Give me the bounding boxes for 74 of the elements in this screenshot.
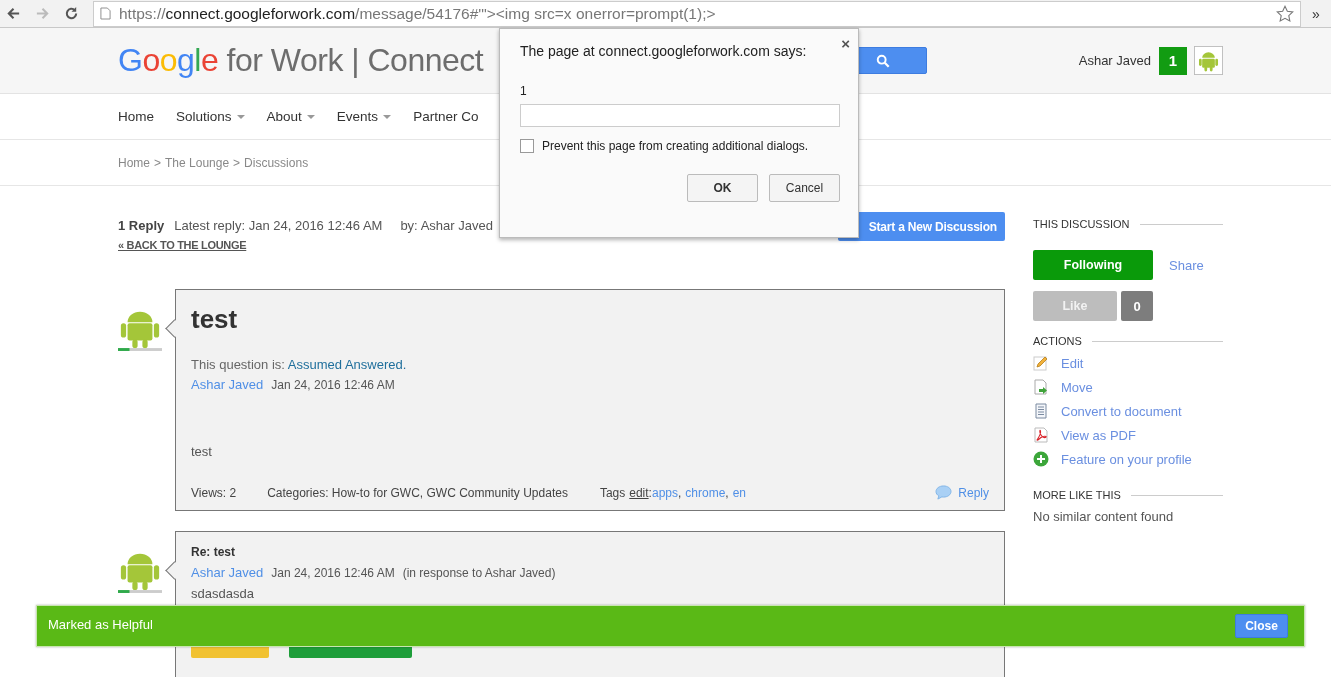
section-heading: THIS DISCUSSION — [1033, 218, 1130, 230]
avatar-icon[interactable] — [1194, 46, 1223, 75]
ok-button[interactable]: OK — [687, 174, 758, 202]
share-link[interactable]: Share — [1169, 257, 1204, 273]
action-link[interactable]: Move — [1061, 379, 1093, 395]
close-button[interactable]: × — [841, 35, 850, 52]
reply-count: 1 Reply — [118, 218, 165, 233]
pencil-icon — [1033, 355, 1049, 371]
document-arrow-icon — [1033, 379, 1049, 395]
reply-link[interactable]: Reply — [958, 485, 989, 500]
cancel-button[interactable]: Cancel — [769, 174, 840, 202]
action-link[interactable]: View as PDF — [1061, 427, 1136, 443]
page-icon — [100, 7, 111, 20]
address-bar[interactable]: https://connect.googleforwork.com/message/54176#'"><img src=x onerror=prompt(1);> — [93, 0, 1301, 27]
latest-reply: Latest reply: Jan 24, 2016 12:46 AM — [174, 218, 383, 233]
in-response-to: (in response to Ashar Javed) — [402, 566, 556, 580]
url-text: https://connect.googleforwork.com/message/54176#'"><img src=x onerror=prompt(1);> — [119, 4, 717, 23]
like-count: 0 — [1121, 291, 1153, 321]
question-status: This question is: Assumed Answered. — [191, 357, 407, 372]
edit-tags-link[interactable]: edit — [629, 485, 649, 500]
document-icon — [1033, 403, 1049, 419]
action-link[interactable]: Edit — [1061, 355, 1084, 371]
tag-link[interactable]: apps — [651, 485, 678, 500]
search-icon — [875, 53, 890, 68]
extensions-overflow[interactable]: » — [1301, 5, 1331, 22]
checkbox-label[interactable]: Prevent this page from creating additional dialogs. — [542, 139, 809, 153]
site-logo[interactable]: Google for Work | Connect — [118, 42, 484, 79]
no-results-text: No similar content found — [1033, 509, 1175, 524]
post-date: Jan 24, 2016 12:46 AM — [271, 566, 395, 580]
post-body: test — [191, 444, 213, 459]
tag-link[interactable]: en — [732, 485, 747, 500]
section-heading: MORE LIKE THIS — [1033, 489, 1121, 501]
nav-link[interactable]: About — [266, 109, 315, 124]
breadcrumb-link[interactable]: Discussions — [244, 155, 309, 170]
post-date: Jan 24, 2016 12:46 AM — [271, 378, 395, 392]
reply-author: by: Ashar Javed — [400, 218, 493, 233]
nav-link[interactable]: Partner Co — [413, 109, 479, 124]
speech-bubble-icon — [935, 485, 953, 500]
categories: Categories: How-to for GWC, GWC Community Updates — [267, 485, 568, 500]
prompt-input[interactable] — [520, 104, 840, 127]
tag-separator: , — [725, 485, 729, 500]
back-link[interactable]: « BACK TO THE LOUNGE — [118, 239, 247, 251]
action-link[interactable]: Feature on your profile — [1061, 451, 1192, 467]
user-name[interactable]: Ashar Javed — [1078, 53, 1151, 68]
nav-link[interactable]: Solutions — [176, 109, 245, 124]
follow-button[interactable]: Following — [1033, 250, 1153, 280]
plus-icon — [1033, 451, 1049, 467]
pdf-icon — [1033, 427, 1049, 443]
breadcrumb-link[interactable]: The Lounge — [165, 155, 230, 170]
notification-count[interactable]: 1 — [1159, 46, 1187, 75]
nav-link[interactable]: Home — [118, 109, 154, 124]
breadcrumb-separator: > — [154, 155, 162, 170]
section-heading: ACTIONS — [1033, 335, 1082, 347]
breadcrumb-separator: > — [233, 155, 241, 170]
tags-label: Tags — [599, 485, 626, 500]
view-count: Views: 2 — [191, 485, 237, 500]
post-title: Re: test — [191, 545, 236, 559]
dialog-message: 1 — [520, 84, 528, 98]
notification-message: Marked as Helpful — [48, 616, 153, 632]
tag-separator: , — [678, 485, 682, 500]
author-link[interactable]: Ashar Javed — [191, 565, 264, 580]
action-link[interactable]: Convert to document — [1061, 403, 1182, 419]
nav-link[interactable]: Events — [336, 109, 392, 124]
post-title: test — [191, 304, 239, 335]
breadcrumb-link[interactable]: Home — [118, 155, 150, 170]
checkbox[interactable] — [520, 139, 534, 153]
author-link[interactable]: Ashar Javed — [191, 377, 264, 392]
reload-icon[interactable] — [64, 6, 79, 21]
back-icon[interactable] — [6, 6, 21, 21]
star-icon[interactable] — [1276, 4, 1294, 23]
dialog-title: The page at connect.googleforwork.com says: — [520, 43, 808, 59]
close-button[interactable]: Close — [1235, 614, 1288, 638]
tags-colon: : — [648, 485, 652, 500]
post-body: sdasdasda — [191, 586, 255, 601]
